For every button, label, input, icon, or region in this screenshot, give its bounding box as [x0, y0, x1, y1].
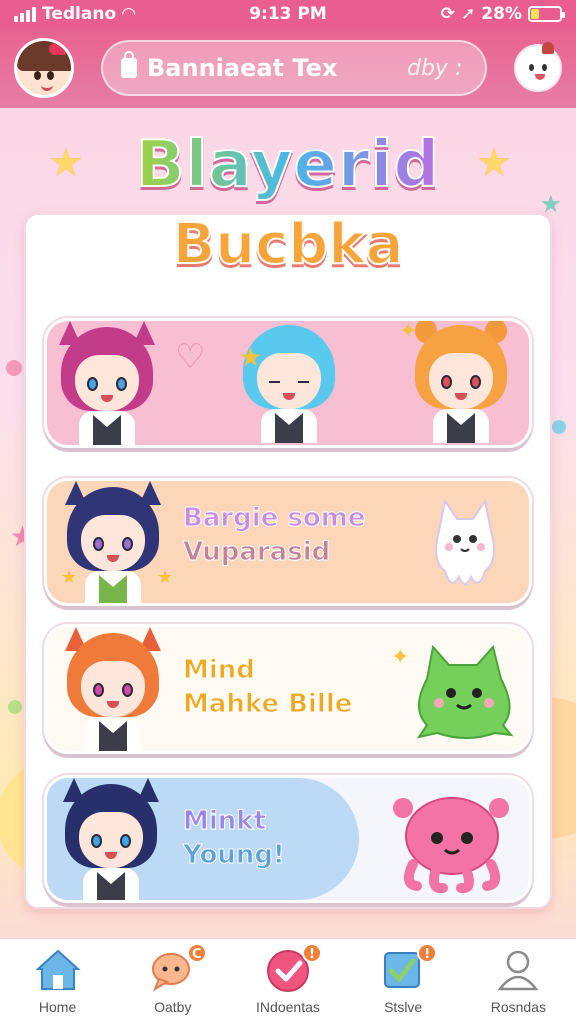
card-subtitle: Young! [183, 840, 286, 871]
bottom-nav: Home C Oatby ! INdoentas ! Stslve Rosnda… [0, 938, 576, 1024]
character-card-4[interactable]: Minkt Young! [44, 775, 532, 903]
battery-percent: 28% [481, 4, 522, 24]
girl-avatar-icon[interactable] [14, 38, 74, 98]
carrier-label: Tedlano [42, 4, 117, 24]
page-title: Blayerid [0, 127, 576, 203]
heart-icon: ♡ [175, 337, 206, 377]
card-subtitle: Vuparasid [182, 537, 331, 568]
card-text: Mind Mahke Bille [182, 653, 353, 721]
chibi-character-ginger [63, 627, 163, 751]
nav-item-profile[interactable]: Rosndas [468, 947, 568, 1015]
app-header: dby : [0, 28, 576, 108]
character-card-2[interactable]: ★ ★ Bargie some Vuparasid [44, 478, 532, 606]
nav-label: Rosndas [490, 999, 546, 1015]
home-icon [34, 949, 81, 990]
nav-label: Oatby [154, 999, 192, 1015]
dot-decoration [552, 420, 566, 434]
search-bar[interactable]: dby : [101, 40, 487, 96]
notification-badge: C [186, 943, 207, 963]
green-cat-blob-icon [416, 644, 514, 739]
chibi-character-navy [63, 481, 163, 603]
nav-item-stslve[interactable]: ! Stslve [353, 943, 453, 1015]
signal-icon [14, 6, 36, 22]
card-subtitle: Mahke Bille [182, 689, 353, 720]
wifi-icon: ◠ [122, 4, 136, 24]
mascot-face-icon[interactable] [514, 42, 562, 92]
card-text: Minkt Young! [183, 804, 286, 872]
character-card-3[interactable]: Mind Mahke Bille ✦ [44, 624, 532, 754]
battery-icon [528, 6, 565, 22]
card-title: Minkt [183, 806, 267, 837]
status-left: Tedlano ◠ [14, 4, 135, 24]
search-hint: dby : [407, 55, 463, 81]
sparkle-icon: ★ [61, 567, 78, 588]
nav-item-chat[interactable]: C Oatby [123, 943, 223, 1015]
sync-icon: ⟳ [440, 4, 456, 24]
status-bar: Tedlano ◠ 9:13 PM ⟳ ➚ 28% [0, 0, 576, 28]
character-card-1[interactable]: ♡ ★ ✦ [44, 318, 532, 448]
chibi-character-orange [411, 321, 511, 443]
dot-decoration [6, 360, 22, 376]
battery-level [531, 9, 539, 19]
search-input[interactable] [147, 54, 397, 82]
sparkle-icon: ✦ [399, 319, 418, 344]
sparkle-icon: ★ [239, 343, 263, 373]
card-text: Bargie some Vuparasid [182, 501, 366, 569]
notification-badge: ! [301, 943, 322, 963]
nav-item-indoentas[interactable]: ! INdoentas [238, 943, 338, 1015]
chibi-character-indigo [61, 778, 161, 900]
profile-icon [497, 950, 539, 991]
clock: 9:13 PM [249, 4, 327, 24]
card-title: Mind [182, 655, 255, 686]
lock-icon [121, 51, 137, 78]
ghost-cat-mascot-icon [435, 498, 495, 585]
pink-octopus-blob-icon [393, 797, 509, 894]
nav-label: Home [38, 999, 77, 1015]
card-title: Bargie some [182, 503, 366, 534]
notification-badge: ! [417, 943, 438, 963]
nav-label: INdoentas [256, 999, 320, 1015]
dot-decoration [8, 700, 22, 714]
chibi-character-magenta [57, 321, 157, 445]
location-icon: ➚ [461, 4, 476, 24]
page-subtitle: Bucbka [172, 211, 405, 278]
nav-label: Stslve [384, 999, 423, 1015]
sparkle-icon: ★ [157, 567, 174, 588]
status-right: ⟳ ➚ 28% [440, 4, 565, 24]
nav-item-home[interactable]: Home [8, 947, 108, 1015]
